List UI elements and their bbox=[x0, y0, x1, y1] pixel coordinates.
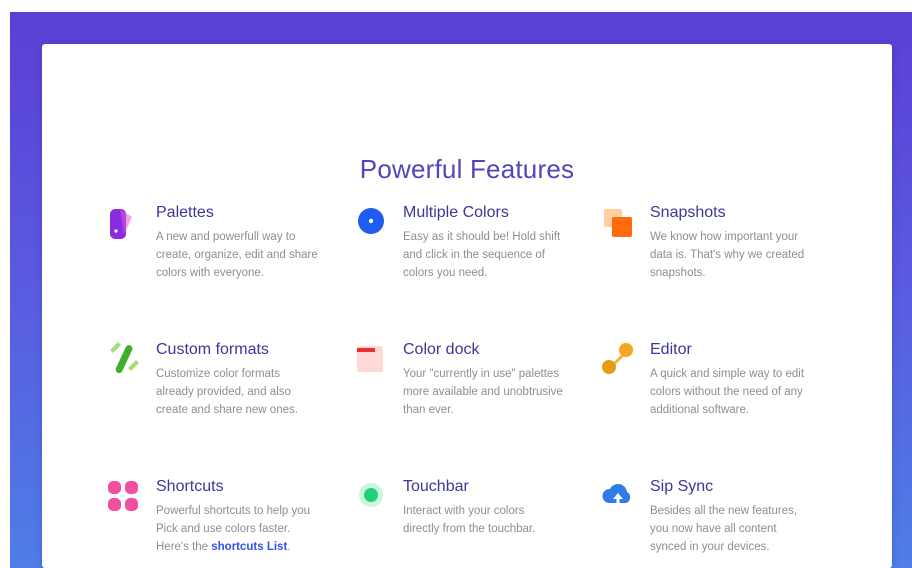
snapshots-icon bbox=[600, 203, 636, 239]
feature-description: Interact with your colors directly from … bbox=[403, 505, 536, 535]
feature-description: A new and powerfull way to create, organ… bbox=[156, 231, 318, 279]
feature-color-dock: Color dock Your "currently in use" palet… bbox=[357, 340, 603, 419]
feature-snapshots: Snapshots We know how important your dat… bbox=[604, 203, 850, 282]
feature-title: Shortcuts bbox=[156, 478, 224, 495]
sip-sync-icon bbox=[600, 477, 636, 513]
palettes-icon bbox=[106, 203, 142, 239]
feature-title: Palettes bbox=[156, 204, 214, 221]
touchbar-icon bbox=[353, 477, 389, 513]
feature-title: Editor bbox=[650, 341, 692, 358]
feature-description: We know how important your data is. That… bbox=[650, 231, 805, 279]
feature-shortcuts: Shortcuts Powerful shortcuts to help you… bbox=[108, 477, 356, 556]
feature-multiple-colors: Multiple Colors Easy as it should be! Ho… bbox=[358, 203, 603, 282]
feature-title: Color dock bbox=[403, 341, 480, 358]
color-dock-icon bbox=[353, 340, 389, 376]
feature-touchbar: Touchbar Interact with your colors direc… bbox=[359, 477, 603, 538]
feature-sip-sync: Sip Sync Besides all the new features, y… bbox=[602, 477, 850, 556]
feature-description: Besides all the new features, you now ha… bbox=[650, 505, 798, 553]
feature-custom-formats: Custom formats Customize color formats a… bbox=[110, 340, 356, 419]
feature-title: Sip Sync bbox=[650, 478, 714, 495]
feature-description: A quick and simple way to edit colors wi… bbox=[650, 368, 805, 416]
feature-title: Snapshots bbox=[650, 204, 726, 221]
editor-icon bbox=[600, 340, 636, 376]
shortcuts-icon bbox=[106, 477, 142, 513]
feature-palettes: Palettes A new and powerfull way to crea… bbox=[110, 203, 356, 282]
shortcuts-list-link[interactable]: shortcuts List bbox=[211, 541, 287, 553]
feature-title: Multiple Colors bbox=[403, 204, 509, 221]
feature-description: Customize color formats already provided… bbox=[156, 368, 298, 416]
feature-editor: Editor A quick and simple way to edit co… bbox=[602, 340, 850, 419]
feature-description: Your "currently in use" palettes more av… bbox=[403, 368, 563, 416]
feature-title: Custom formats bbox=[156, 341, 269, 358]
feature-description: Powerful shortcuts to help you Pick and … bbox=[156, 505, 311, 553]
feature-title: Touchbar bbox=[403, 478, 469, 495]
custom-formats-icon bbox=[106, 340, 142, 376]
multiple-colors-icon bbox=[353, 203, 389, 239]
feature-description: Easy as it should be! Hold shift and cli… bbox=[403, 231, 561, 279]
section-title: Powerful Features bbox=[359, 154, 575, 184]
